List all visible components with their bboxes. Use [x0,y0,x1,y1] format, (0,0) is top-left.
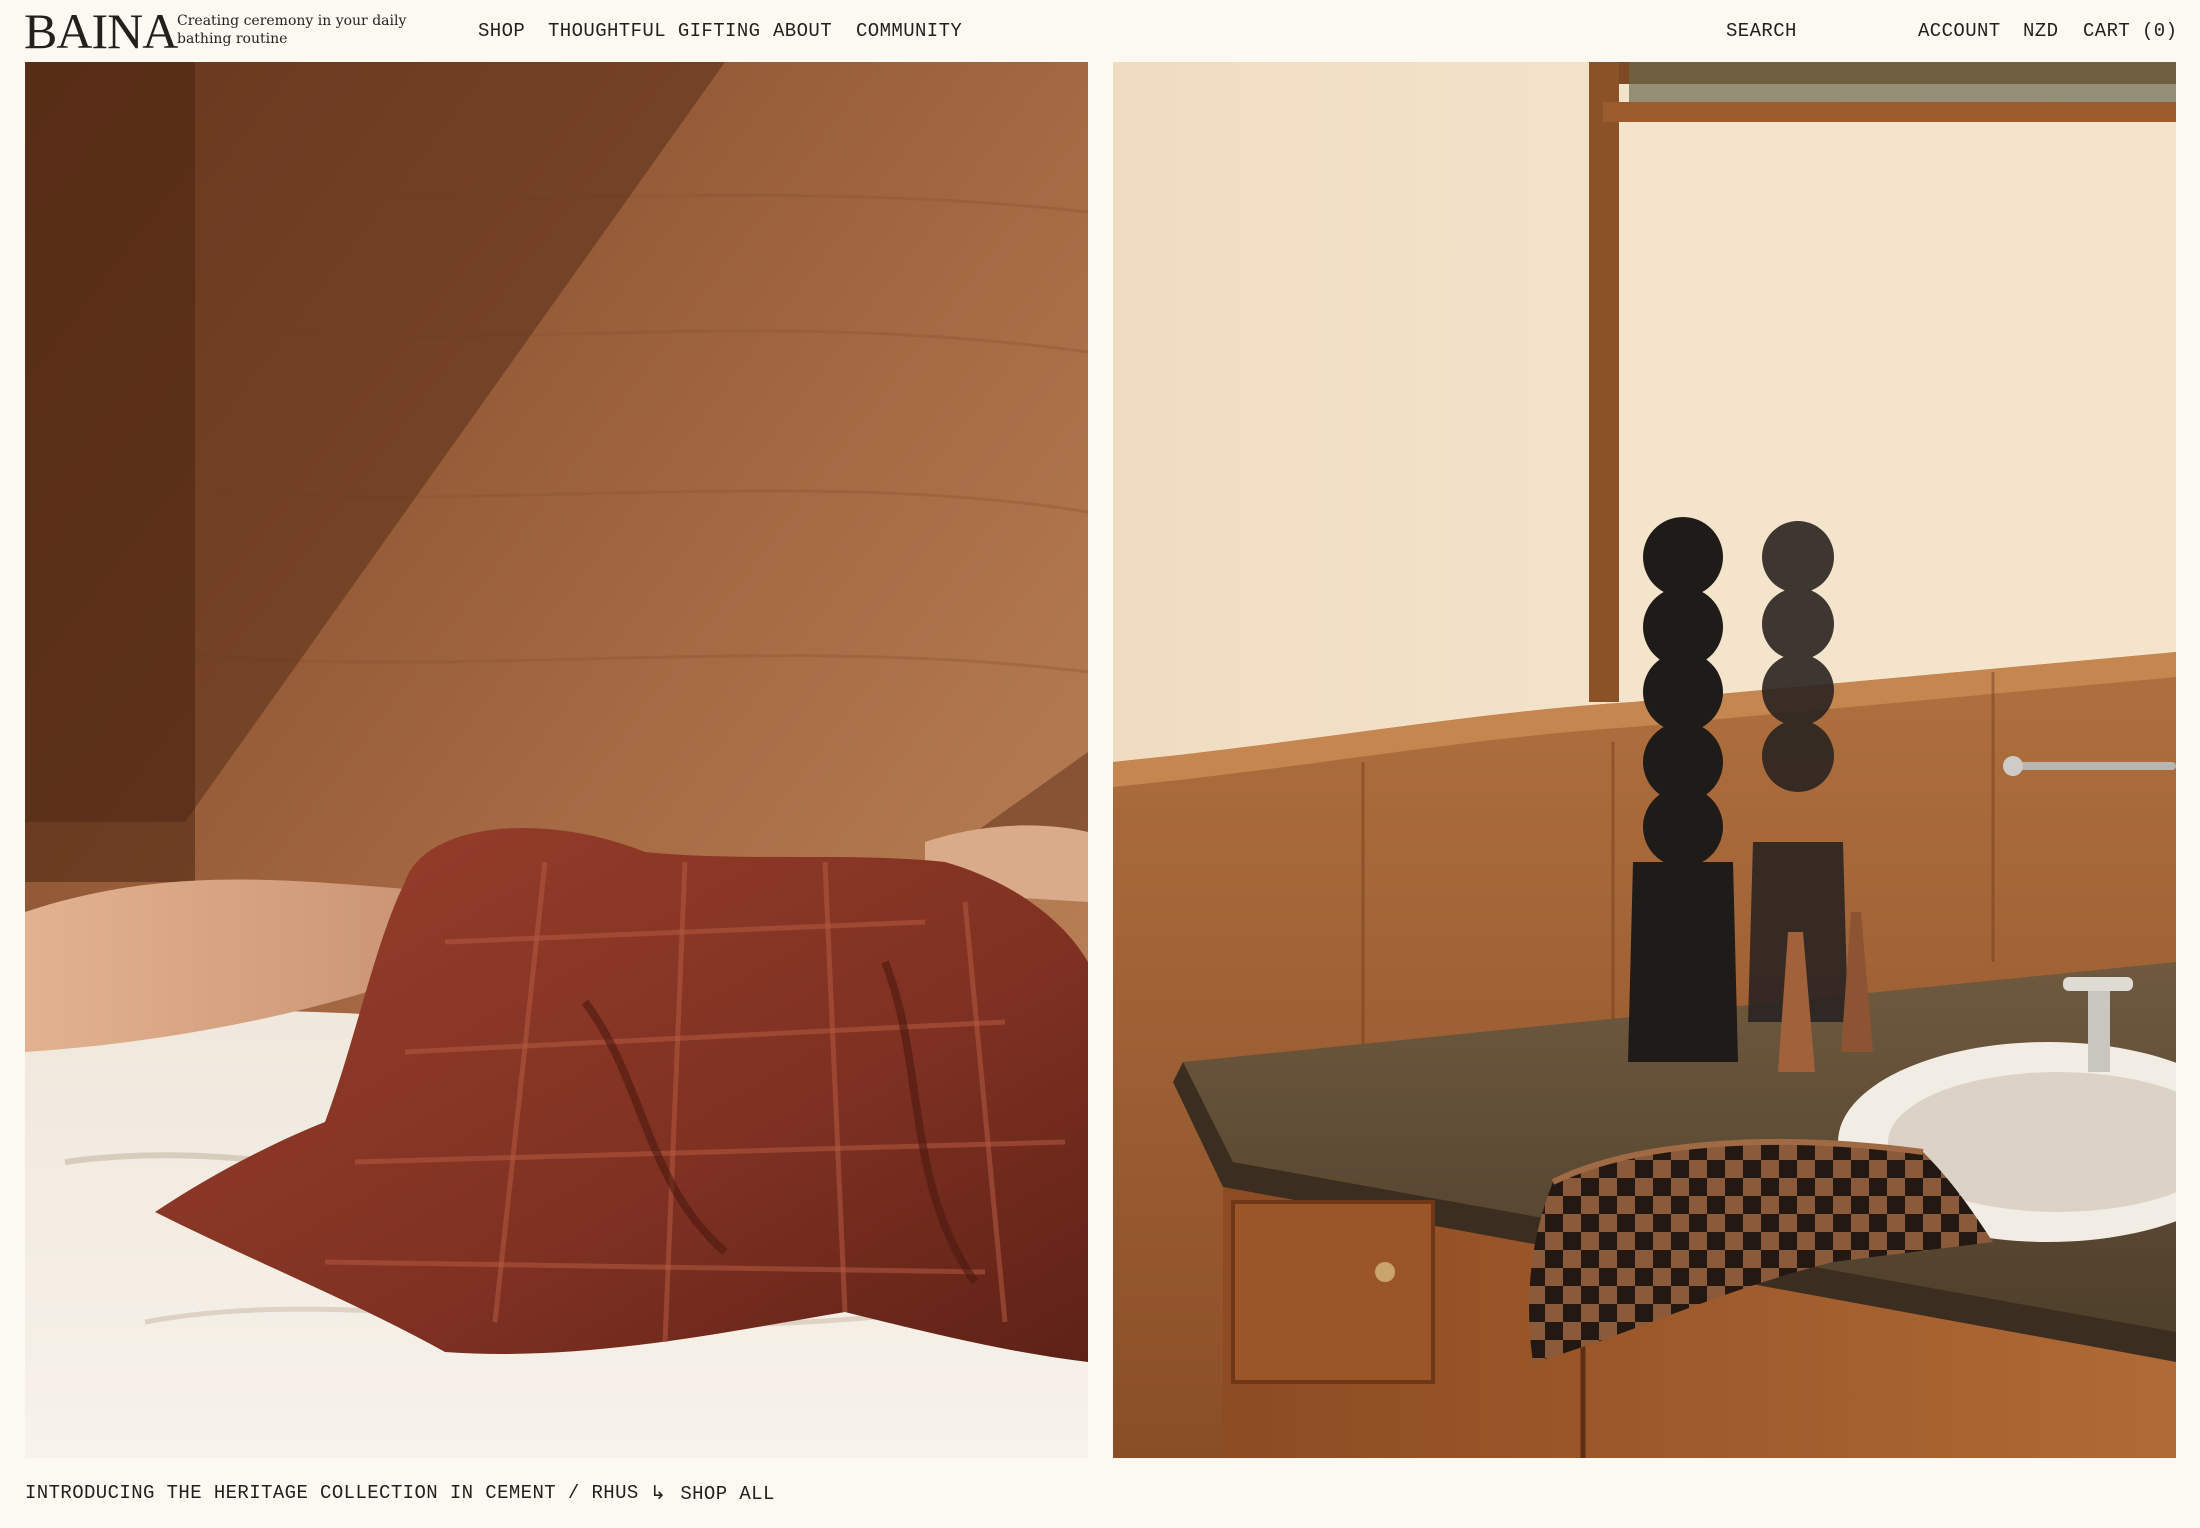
site-header: BAINA Creating ceremony in your daily ba… [0,0,2200,62]
bathroom-vanity-illustration [1113,62,2176,1458]
hero-image-towel-bed[interactable] [25,62,1088,1458]
collection-caption: INTRODUCING THE HERITAGE COLLECTION IN C… [25,1482,639,1504]
search-link[interactable]: SEARCH [1726,19,1797,43]
hero-image-bathroom-vanity[interactable] [1113,62,2176,1458]
turn-right-arrow-icon: ↳ [650,1482,667,1504]
towel-bed-illustration [25,62,1088,1458]
brand-logo[interactable]: BAINA [24,2,178,60]
nav-thoughtful-gifting[interactable]: THOUGHTFUL GIFTING [548,19,760,43]
nav-about[interactable]: ABOUT [773,19,832,43]
brand-tagline: Creating ceremony in your daily bathing … [177,13,407,47]
shop-all-label: SHOP ALL [680,1483,775,1505]
currency-selector[interactable]: NZD [2023,19,2058,43]
nav-shop[interactable]: SHOP [478,19,525,43]
account-link[interactable]: ACCOUNT [1918,19,2001,43]
shop-all-button[interactable]: ↳ SHOP ALL [650,1481,775,1506]
cart-link[interactable]: CART (0) [2083,19,2177,43]
nav-community[interactable]: COMMUNITY [856,19,962,43]
